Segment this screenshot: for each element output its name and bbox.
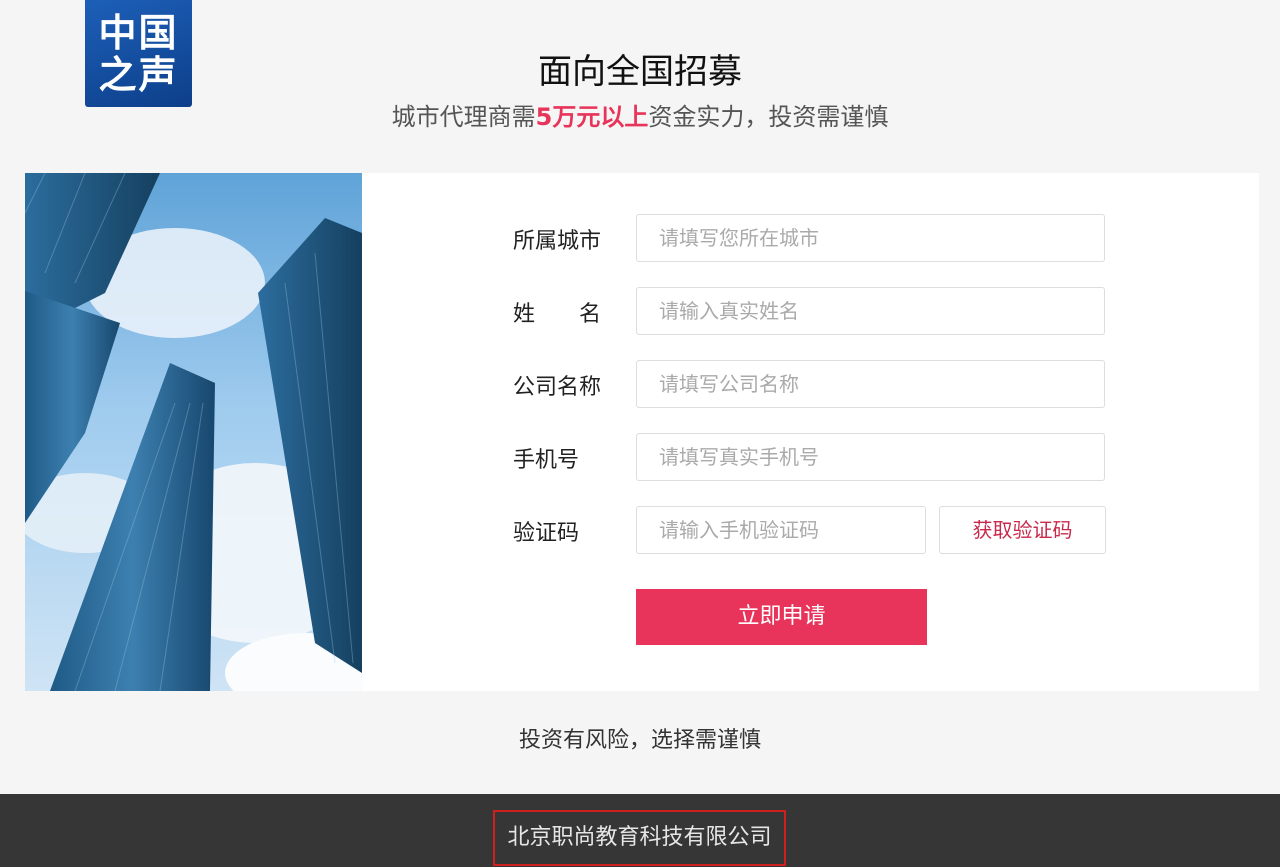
page-title: 面向全国招募 (538, 52, 742, 92)
apply-button[interactable]: 立即申请 (636, 589, 927, 645)
company-input[interactable]: 请填写公司名称 (636, 360, 1105, 408)
subtitle-text-before: 城市代理商需 (391, 103, 536, 131)
page-subtitle: 城市代理商需5万元以上资金实力，投资需谨慎 (0, 100, 1280, 134)
footer: 北京职尚教育科技有限公司 (0, 794, 1280, 867)
subtitle-highlight: 5万元以上 (535, 103, 649, 131)
risk-notice: 投资有风险，选择需谨慎 (518, 728, 761, 753)
company-label: 公司名称 (513, 375, 602, 400)
phone-input[interactable]: 请填写真实手机号 (636, 433, 1105, 481)
get-code-button[interactable]: 获取验证码 (939, 506, 1106, 554)
city-input[interactable]: 请填写您所在城市 (636, 214, 1105, 262)
footer-company: 北京职尚教育科技有限公司 (493, 810, 786, 866)
code-row: 验证码 请输入手机验证码 获取验证码 (513, 506, 1113, 556)
phone-label: 手机号 (513, 448, 580, 473)
subtitle-text-after: 资金实力，投资需谨慎 (648, 103, 889, 131)
verification-code-input[interactable]: 请输入手机验证码 (636, 506, 926, 554)
skyscrapers-photo (25, 173, 362, 691)
form-panel: 所属城市 请填写您所在城市 姓 名 请输入真实姓名 公司名称 请填写公司名称 手… (25, 173, 1259, 691)
city-label: 所属城市 (513, 229, 602, 254)
code-label: 验证码 (513, 521, 580, 546)
name-label: 姓 名 (513, 302, 602, 327)
name-input[interactable]: 请输入真实姓名 (636, 287, 1105, 335)
